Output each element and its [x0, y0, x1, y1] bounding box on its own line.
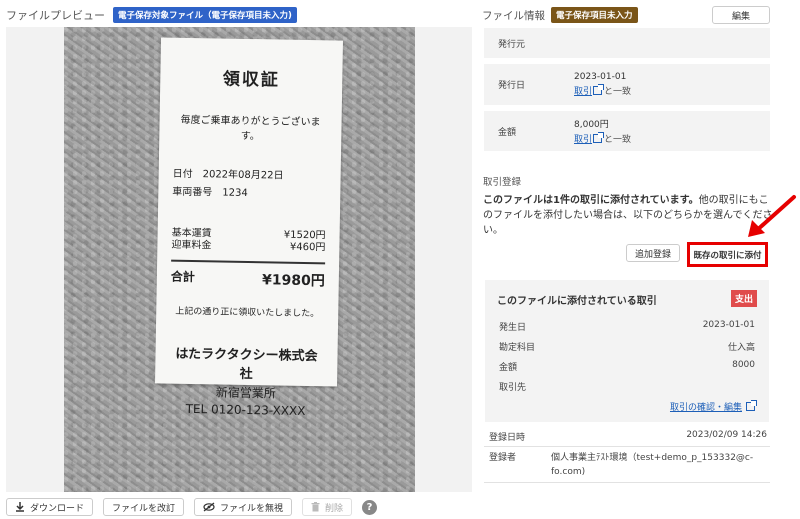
external-link-icon [593, 132, 605, 143]
receipt-total: 合計 ¥1980円 [170, 259, 326, 291]
registrant-value: 個人事業主ﾃｽﾄ環境（test+demo_p_153332@c-fo.com) [551, 453, 754, 477]
account-value: 仕入高 [727, 343, 755, 353]
info-row-issue-date: 発行日 2023-01-01 取引 と一致 [484, 64, 770, 111]
account-label: 勘定科目 [499, 343, 536, 353]
receipt-tel: TEL 0120-123-XXXX [185, 401, 306, 419]
add-registration-button[interactable]: 追加登録 [626, 244, 681, 262]
registered-at-label: 登録日時 [489, 433, 526, 443]
card-amount-value: 8000 [732, 360, 755, 370]
ignore-file-button[interactable]: ファイルを無視 [194, 498, 293, 516]
red-arrow-annotation [748, 195, 796, 237]
amount-match-text: と一致 [604, 135, 632, 145]
delete-label: 削除 [325, 503, 344, 514]
info-row-issuer: 発行元 [484, 28, 770, 64]
total-value: ¥1980円 [261, 272, 325, 290]
receipt-branch: 新宿営業所 [215, 385, 276, 401]
card-amount-label: 金額 [499, 363, 518, 373]
view-edit-transaction-link[interactable]: 取引の確認・編集 [670, 400, 757, 413]
attached-transaction-card: このファイルに添付されている取引 支出 発生日 2023-01-01 勘定科目 … [485, 280, 769, 422]
receipt-title: 領収証 [222, 69, 280, 91]
card-row-account: 勘定科目 仕入高 [499, 340, 755, 353]
issuer-label: 発行元 [498, 39, 526, 50]
transaction-description-bold: このファイルは1件の取引に添付されています。 [483, 195, 699, 206]
eye-off-icon [203, 502, 215, 512]
info-status-badge: 電子保存項目未入力 [551, 7, 638, 23]
amount-transaction-link[interactable]: 取引 [574, 135, 592, 145]
card-row-date: 発生日 2023-01-01 [499, 320, 755, 333]
receipt-thanks: 毎度ご乗車ありがとうございます。 [180, 114, 321, 143]
preview-header: ファイルプレビュー 電子保存対象ファイル（電子保存項目未入力) [6, 6, 297, 24]
receipt-photo: 領収証 毎度ご乗車ありがとうございます。 日付 2022年08月22日 車両番号… [64, 27, 415, 492]
card-row-partner: 取引先 [499, 380, 755, 393]
delete-button[interactable]: 削除 [302, 498, 353, 516]
registrant-label: 登録者 [489, 453, 517, 463]
registered-at-row: 登録日時 2023/02/09 14:26 [489, 430, 767, 443]
fee-pickup-value: ¥460円 [289, 241, 326, 254]
receipt-paper: 領収証 毎度ご乗車ありがとうございます。 日付 2022年08月22日 車両番号… [154, 37, 344, 418]
issue-date-match: 取引 と一致 [574, 84, 770, 97]
card-row-amount: 金額 8000 [499, 360, 755, 373]
occurrence-date-value: 2023-01-01 [702, 320, 755, 330]
issue-date-match-text: と一致 [604, 87, 632, 97]
file-info-header: ファイル情報 電子保存項目未入力 [482, 7, 638, 23]
preview-title: ファイルプレビュー [6, 9, 105, 22]
edit-button[interactable]: 編集 [712, 6, 770, 24]
registered-at-value: 2023/02/09 14:26 [686, 430, 767, 440]
download-icon [16, 502, 24, 512]
help-icon[interactable]: ? [362, 499, 378, 515]
file-preview-area: 領収証 毎度ご乗車ありがとうございます。 日付 2022年08月22日 車両番号… [6, 27, 472, 492]
expense-badge: 支出 [730, 290, 757, 307]
revise-file-button[interactable]: ファイルを改訂 [103, 498, 185, 516]
divider [484, 482, 770, 483]
external-link-icon [746, 400, 757, 411]
external-link-icon [593, 84, 605, 95]
attach-existing-transaction-button[interactable]: 既存の取引に添付 [687, 242, 768, 267]
storage-status-badge: 電子保存対象ファイル（電子保存項目未入力) [113, 7, 297, 23]
receipt-note: 上記の通り正に領収いたしました。 [175, 306, 320, 320]
download-button[interactable]: ダウンロード [6, 498, 94, 516]
trash-icon [311, 502, 320, 512]
revise-file-label: ファイルを改訂 [112, 503, 176, 514]
download-label: ダウンロード [30, 503, 85, 514]
amount-match: 取引 と一致 [574, 132, 770, 145]
ignore-file-label: ファイルを無視 [220, 503, 284, 514]
receipt-date: 日付 2022年08月22日 [172, 168, 284, 182]
partner-label: 取引先 [499, 383, 527, 393]
issue-date-value: 2023-01-01 [574, 72, 627, 82]
info-row-amount: 金額 8,000円 取引 と一致 [484, 111, 770, 157]
fee-pickup-label: 迎車料金 [171, 239, 212, 252]
occurrence-date-label: 発生日 [499, 323, 527, 333]
file-info-title: ファイル情報 [482, 9, 545, 22]
issue-date-label: 発行日 [498, 81, 526, 91]
receipt-vehicle: 車両番号 1234 [172, 186, 248, 199]
transaction-description: このファイルは1件の取引に添付されています。他の取引にもこのファイルを添付したい… [483, 193, 773, 238]
amount-label: 金額 [498, 127, 517, 138]
file-actions-bar: ダウンロード ファイルを改訂 ファイルを無視 削除 ? [6, 498, 378, 516]
amount-value: 8,000円 [574, 120, 609, 130]
total-label: 合計 [170, 269, 195, 285]
registrant-row: 登録者 個人事業主ﾃｽﾄ環境（test+demo_p_153332@c-fo.c… [489, 451, 767, 479]
fee-base-value: ¥1520円 [283, 229, 326, 242]
divider [484, 446, 770, 447]
fee-base-label: 基本運賃 [171, 227, 212, 240]
file-info-table: 発行元 発行日 2023-01-01 取引 と一致 金額 8,000円 取引 と一致 [484, 28, 770, 157]
view-edit-transaction-label: 取引の確認・編集 [669, 403, 742, 413]
receipt-fees: 基本運賃 ¥1520円 迎車料金 ¥460円 [171, 228, 325, 255]
issue-date-transaction-link[interactable]: 取引 [574, 87, 592, 97]
receipt-company: はたラクタクシー株式会社 [175, 346, 318, 383]
issuer-value [574, 28, 770, 58]
transaction-section-label: 取引登録 [483, 177, 522, 188]
card-title: このファイルに添付されている取引 [497, 296, 657, 307]
receipt-fee-pickup: 迎車料金 ¥460円 [171, 240, 325, 255]
